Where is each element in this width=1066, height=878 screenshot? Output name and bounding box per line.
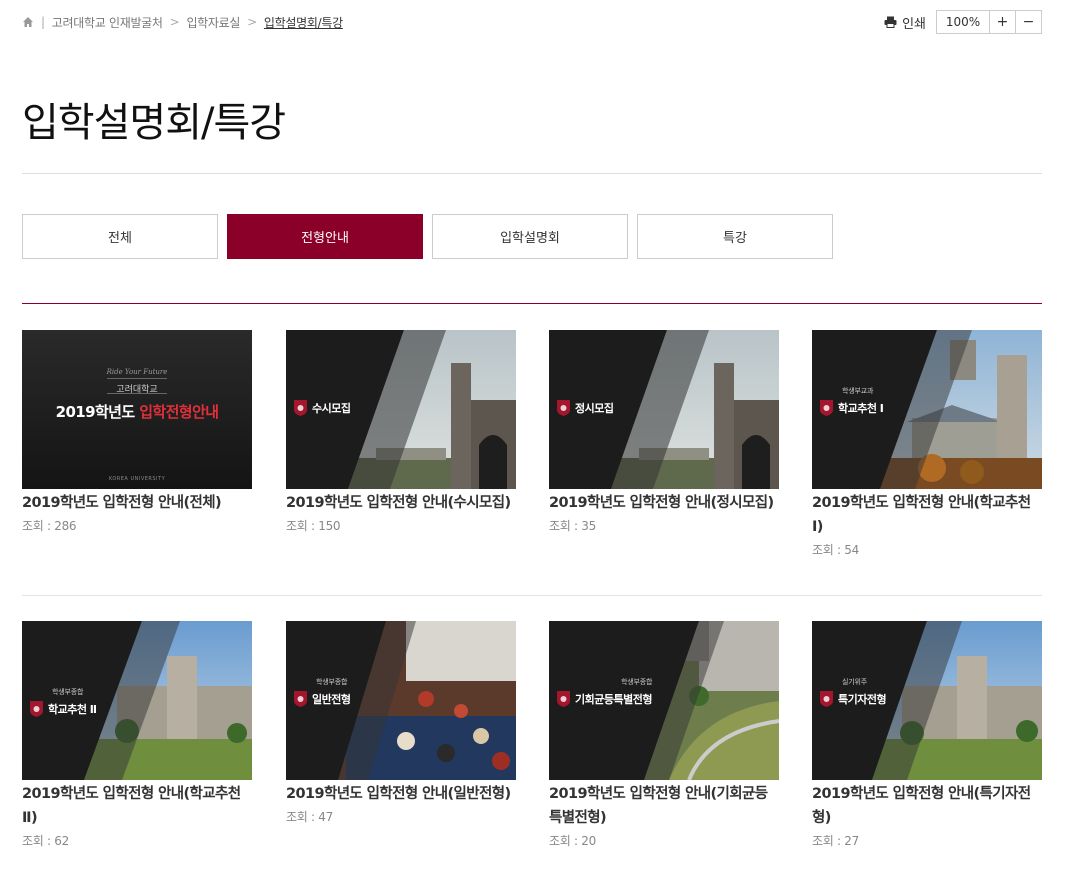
- thumb-badge: 정시모집: [557, 400, 614, 416]
- thumb-badge-sub: 학생부종합: [621, 678, 653, 686]
- view-count: 조회 : 62: [22, 834, 69, 848]
- video-thumbnail[interactable]: Ride Your Future 고려대학교 2019학년도 입학전형안내 KO…: [22, 330, 252, 489]
- thumb-rule: [107, 378, 167, 379]
- thumb-badge: 일반전형: [294, 691, 351, 707]
- video-thumbnail[interactable]: 정시모집: [549, 330, 779, 489]
- card-title[interactable]: 2019학년도 입학전형 안내(학교추천 Ⅰ): [812, 491, 1042, 539]
- view-count: 조회 : 20: [549, 834, 596, 848]
- korea-univ-shield-icon: [820, 691, 833, 707]
- view-count: 조회 : 27: [812, 834, 859, 848]
- korea-univ-shield-icon: [30, 701, 43, 717]
- card-title[interactable]: 2019학년도 입학전형 안내(일반전형): [286, 782, 516, 806]
- tabs-divider: [22, 303, 1042, 304]
- print-label: 인쇄: [902, 16, 926, 32]
- card-title[interactable]: 2019학년도 입학전형 안내(기회균등특별전형): [549, 782, 779, 830]
- thumb-badge-sub: 학생부종합: [52, 688, 84, 696]
- thumb-badge: 학교추천 Ⅰ: [820, 400, 884, 416]
- tab-briefing[interactable]: 입학설명회: [432, 214, 628, 259]
- video-thumbnail[interactable]: 학생부종합 기회균등특별전형: [549, 621, 779, 780]
- tab-admission-guide[interactable]: 전형안내: [227, 214, 423, 259]
- view-count: 조회 : 54: [812, 543, 859, 557]
- video-card[interactable]: 학생부종합 학교추천 Ⅱ 2019학년도 입학전형 안내(학교추천 Ⅱ) 조회 …: [22, 621, 252, 849]
- thumb-badge-label: 특기자전형: [838, 693, 887, 706]
- thumb-badge-label: 정시모집: [575, 402, 614, 415]
- page-tools: 인쇄 100% + −: [884, 10, 1042, 34]
- thumb-badge-sub: 실기위주: [842, 678, 867, 686]
- home-icon[interactable]: [22, 16, 34, 28]
- card-title[interactable]: 2019학년도 입학전형 안내(학교추천 Ⅱ): [22, 782, 252, 830]
- breadcrumb-divider: |: [41, 15, 45, 29]
- card-title[interactable]: 2019학년도 입학전형 안내(정시모집): [549, 491, 779, 515]
- thumb-badge: 학교추천 Ⅱ: [30, 701, 97, 717]
- video-card[interactable]: Ride Your Future 고려대학교 2019학년도 입학전형안내 KO…: [22, 330, 252, 534]
- thumb-badge: 기회균등특별전형: [557, 691, 652, 707]
- korea-univ-shield-icon: [557, 400, 570, 416]
- video-card[interactable]: 수시모집 2019학년도 입학전형 안내(수시모집) 조회 : 150: [286, 330, 516, 534]
- video-thumbnail[interactable]: 실기위주 특기자전형: [812, 621, 1042, 780]
- chevron-right-icon: >: [247, 15, 257, 29]
- view-count: 조회 : 286: [22, 519, 77, 533]
- thumb-script-line: Ride Your Future: [106, 368, 168, 376]
- zoom-value: 100%: [937, 11, 990, 33]
- thumb-badge-label: 학교추천 Ⅱ: [48, 703, 97, 716]
- breadcrumb-item-department[interactable]: 고려대학교 인재발굴처: [52, 14, 163, 31]
- video-card[interactable]: 정시모집 2019학년도 입학전형 안내(정시모집) 조회 : 35: [549, 330, 779, 534]
- korea-univ-shield-icon: [294, 400, 307, 416]
- view-count: 조회 : 47: [286, 810, 333, 824]
- breadcrumb: | 고려대학교 인재발굴처 > 입학자료실 > 입학설명회/특강: [22, 14, 343, 31]
- page-title: 입학설명회/특강: [22, 100, 286, 146]
- thumb-badge: 특기자전형: [820, 691, 887, 707]
- video-thumbnail[interactable]: 학생부종합 일반전형: [286, 621, 516, 780]
- tab-all[interactable]: 전체: [22, 214, 218, 259]
- video-thumbnail[interactable]: 수시모집: [286, 330, 516, 489]
- chevron-right-icon: >: [169, 15, 180, 29]
- view-count: 조회 : 35: [549, 519, 596, 533]
- video-card[interactable]: 학생부교과 학교추천 Ⅰ 2019학년도 입학전형 안내(학교추천 Ⅰ) 조회 …: [812, 330, 1042, 558]
- title-divider: [22, 173, 1042, 174]
- card-title[interactable]: 2019학년도 입학전형 안내(전체): [22, 491, 252, 515]
- thumb-badge-sub: 학생부교과: [842, 387, 874, 395]
- thumb-footer: KOREA UNIVERSITY: [108, 476, 166, 482]
- zoom-in-button[interactable]: +: [990, 11, 1016, 33]
- zoom-control: 100% + −: [936, 10, 1042, 34]
- video-card[interactable]: 실기위주 특기자전형 2019학년도 입학전형 안내(특기자전형) 조회 : 2…: [812, 621, 1042, 849]
- thumb-title-red: 입학전형안내: [139, 403, 219, 421]
- thumb-badge-sub: 학생부종합: [316, 678, 348, 686]
- breadcrumb-item-archive[interactable]: 입학자료실: [186, 14, 240, 31]
- korea-univ-shield-icon: [820, 400, 833, 416]
- card-title[interactable]: 2019학년도 입학전형 안내(특기자전형): [812, 782, 1042, 830]
- video-card[interactable]: 학생부종합 일반전형 2019학년도 입학전형 안내(일반전형) 조회 : 47: [286, 621, 516, 825]
- video-thumbnail[interactable]: 학생부종합 학교추천 Ⅱ: [22, 621, 252, 780]
- tab-lecture[interactable]: 특강: [637, 214, 833, 259]
- video-card[interactable]: 학생부종합 기회균등특별전형 2019학년도 입학전형 안내(기회균등특별전형)…: [549, 621, 779, 849]
- korea-univ-shield-icon: [294, 691, 307, 707]
- top-bar: | 고려대학교 인재발굴처 > 입학자료실 > 입학설명회/특강 인쇄 100%…: [22, 10, 1042, 34]
- row-divider: [22, 595, 1042, 596]
- thumb-badge-label: 수시모집: [312, 402, 351, 415]
- zoom-out-button[interactable]: −: [1016, 11, 1041, 33]
- category-tabs: 전체 전형안내 입학설명회 특강: [22, 214, 833, 259]
- korea-univ-shield-icon: [557, 691, 570, 707]
- thumb-badge-label: 기회균등특별전형: [575, 693, 652, 706]
- card-title[interactable]: 2019학년도 입학전형 안내(수시모집): [286, 491, 516, 515]
- thumb-badge-label: 학교추천 Ⅰ: [838, 402, 884, 415]
- breadcrumb-item-current[interactable]: 입학설명회/특강: [264, 14, 343, 31]
- printer-icon: [884, 16, 897, 28]
- view-count: 조회 : 150: [286, 519, 341, 533]
- thumb-rule: [107, 393, 167, 394]
- print-button[interactable]: 인쇄: [884, 13, 926, 32]
- thumb-badge: 수시모집: [294, 400, 351, 416]
- thumb-badge-label: 일반전형: [312, 693, 351, 706]
- thumb-title-white: 2019학년도: [55, 403, 140, 421]
- thumb-title: 2019학년도 입학전형안내: [22, 401, 252, 422]
- video-thumbnail[interactable]: 학생부교과 학교추천 Ⅰ: [812, 330, 1042, 489]
